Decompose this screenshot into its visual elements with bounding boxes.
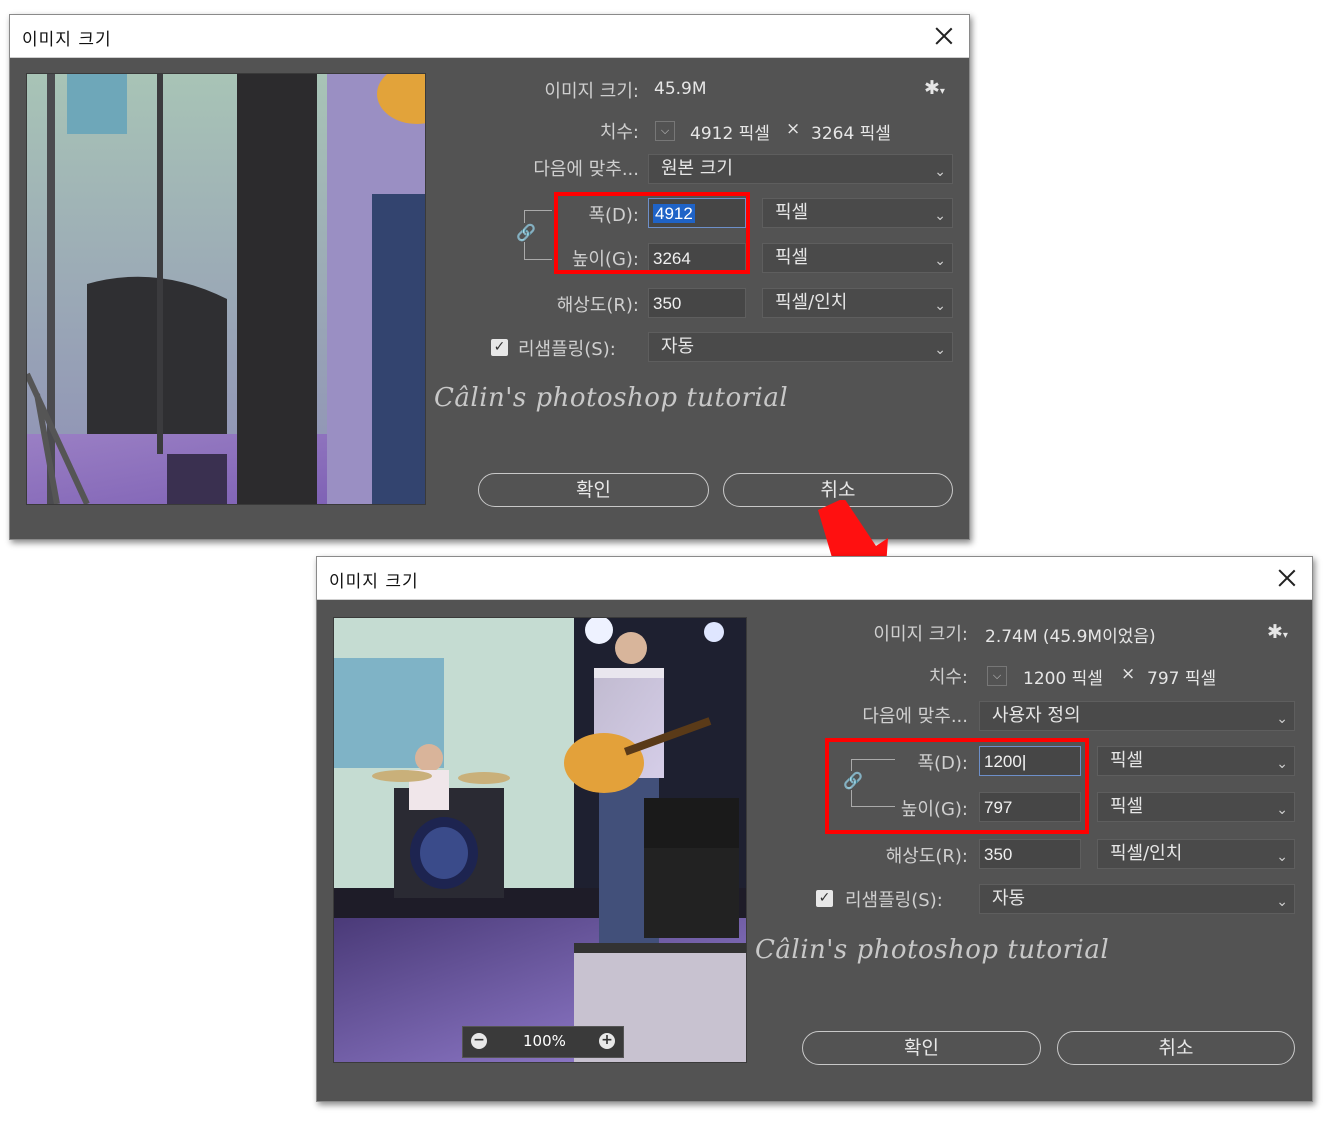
chevron-down-icon: ⌄ — [934, 342, 946, 358]
image-size-dialog-after: 이미지 크기 − 100% + 이미지 크기: 2.74M (45.9M이었음)… — [316, 556, 1313, 1102]
chevron-down-icon: ⌄ — [1276, 711, 1288, 727]
ok-button[interactable]: 확인 — [478, 473, 709, 507]
preview-photo — [334, 618, 746, 1062]
fit-to-value: 사용자 정의 — [992, 705, 1081, 726]
image-preview[interactable]: − 100% + — [333, 617, 747, 1063]
zoom-in-icon[interactable]: + — [599, 1033, 615, 1049]
image-preview[interactable] — [26, 73, 426, 505]
chevron-down-icon: ⌄ — [1276, 894, 1288, 910]
dialog-titlebar: 이미지 크기 — [317, 557, 1312, 600]
image-size-dialog-before: 이미지 크기 이미지 크기: 45.9M ✱▾ 치수: ⌵ 4912 픽셀 × … — [9, 14, 970, 540]
resolution-unit-select[interactable]: 픽셀/인치 ⌄ — [1097, 839, 1295, 869]
resample-select[interactable]: 자동 ⌄ — [979, 884, 1295, 914]
dimensions-label: 치수: — [928, 667, 968, 688]
resample-checkbox[interactable]: ✓ — [816, 890, 833, 907]
watermark-text: Câlin's photoshop tutorial — [434, 383, 789, 413]
dimensions-times: × — [1121, 664, 1136, 684]
height-unit: 픽셀 — [1110, 796, 1144, 817]
chevron-down-icon: ⌄ — [934, 298, 946, 314]
dialog-title: 이미지 크기 — [329, 572, 419, 592]
resolution-unit-select[interactable]: 픽셀/인치 ⌄ — [762, 288, 953, 318]
highlight-box — [825, 738, 1089, 834]
chevron-down-icon: ⌄ — [1276, 756, 1288, 772]
ok-button[interactable]: 확인 — [802, 1031, 1041, 1065]
height-unit-select[interactable]: 픽셀 ⌄ — [1097, 792, 1295, 822]
dialog-titlebar: 이미지 크기 — [10, 15, 969, 58]
dimensions-height: 797 픽셀 — [1147, 669, 1217, 689]
width-unit: 픽셀 — [1110, 750, 1144, 771]
fit-to-select[interactable]: 원본 크기 ⌄ — [648, 154, 953, 184]
fit-to-select[interactable]: 사용자 정의 ⌄ — [979, 701, 1295, 731]
resolution-label: 해상도(R): — [885, 846, 968, 867]
resolution-label: 해상도(R): — [556, 295, 639, 316]
chevron-down-icon: ⌄ — [934, 253, 946, 269]
zoom-out-icon[interactable]: − — [471, 1033, 487, 1049]
resolution-unit: 픽셀/인치 — [1110, 843, 1183, 864]
close-icon[interactable] — [933, 25, 955, 47]
chevron-down-icon: ⌄ — [1276, 849, 1288, 865]
chevron-down-icon[interactable]: ⌵ — [655, 121, 675, 141]
chain-link-icon[interactable]: 🔗 — [516, 223, 536, 242]
resolution-input[interactable]: 350 — [979, 839, 1081, 869]
image-size-label: 이미지 크기: — [544, 81, 639, 102]
close-icon[interactable] — [1276, 567, 1298, 589]
dimensions-label: 치수: — [599, 122, 639, 143]
dialog-title: 이미지 크기 — [22, 30, 112, 50]
resolution-unit: 픽셀/인치 — [775, 292, 848, 313]
fit-to-label: 다음에 맞추... — [862, 706, 968, 727]
width-unit-select[interactable]: 픽셀 ⌄ — [762, 198, 953, 228]
width-unit-select[interactable]: 픽셀 ⌄ — [1097, 746, 1295, 776]
chevron-down-icon[interactable]: ⌵ — [987, 666, 1007, 686]
preview-photo — [27, 74, 425, 504]
chevron-down-icon: ⌄ — [1276, 802, 1288, 818]
fit-to-label: 다음에 맞추... — [533, 159, 639, 180]
dimensions-width: 1200 픽셀 — [1023, 669, 1103, 689]
resolution-input[interactable]: 350 — [648, 288, 746, 318]
resample-checkbox[interactable]: ✓ — [491, 339, 508, 356]
resample-value: 자동 — [992, 888, 1026, 909]
dimensions-height: 3264 픽셀 — [811, 124, 891, 144]
image-size-value: 45.9M — [654, 79, 707, 99]
gear-icon[interactable]: ✱▾ — [1267, 621, 1288, 643]
fit-to-value: 원본 크기 — [661, 158, 733, 179]
dimensions-times: × — [786, 119, 801, 139]
resample-value: 자동 — [661, 336, 695, 357]
width-unit: 픽셀 — [775, 202, 809, 223]
resample-label: 리샘플링(S): — [845, 890, 943, 911]
gear-icon[interactable]: ✱▾ — [924, 77, 945, 99]
chevron-down-icon: ⌄ — [934, 164, 946, 180]
chevron-down-icon: ⌄ — [934, 208, 946, 224]
height-unit-select[interactable]: 픽셀 ⌄ — [762, 243, 953, 273]
resolution-value: 350 — [984, 845, 1013, 864]
cancel-button[interactable]: 취소 — [1057, 1031, 1295, 1065]
watermark-text: Câlin's photoshop tutorial — [755, 935, 1110, 965]
image-size-value: 2.74M (45.9M이었음) — [985, 627, 1156, 647]
image-size-label: 이미지 크기: — [873, 624, 968, 645]
zoom-control: − 100% + — [462, 1026, 624, 1058]
dimensions-width: 4912 픽셀 — [690, 124, 770, 144]
resample-label: 리샘플링(S): — [518, 339, 616, 360]
zoom-value: 100% — [523, 1032, 566, 1050]
height-unit: 픽셀 — [775, 247, 809, 268]
highlight-box — [554, 192, 750, 274]
resolution-value: 350 — [653, 294, 682, 313]
resample-select[interactable]: 자동 ⌄ — [648, 332, 953, 362]
